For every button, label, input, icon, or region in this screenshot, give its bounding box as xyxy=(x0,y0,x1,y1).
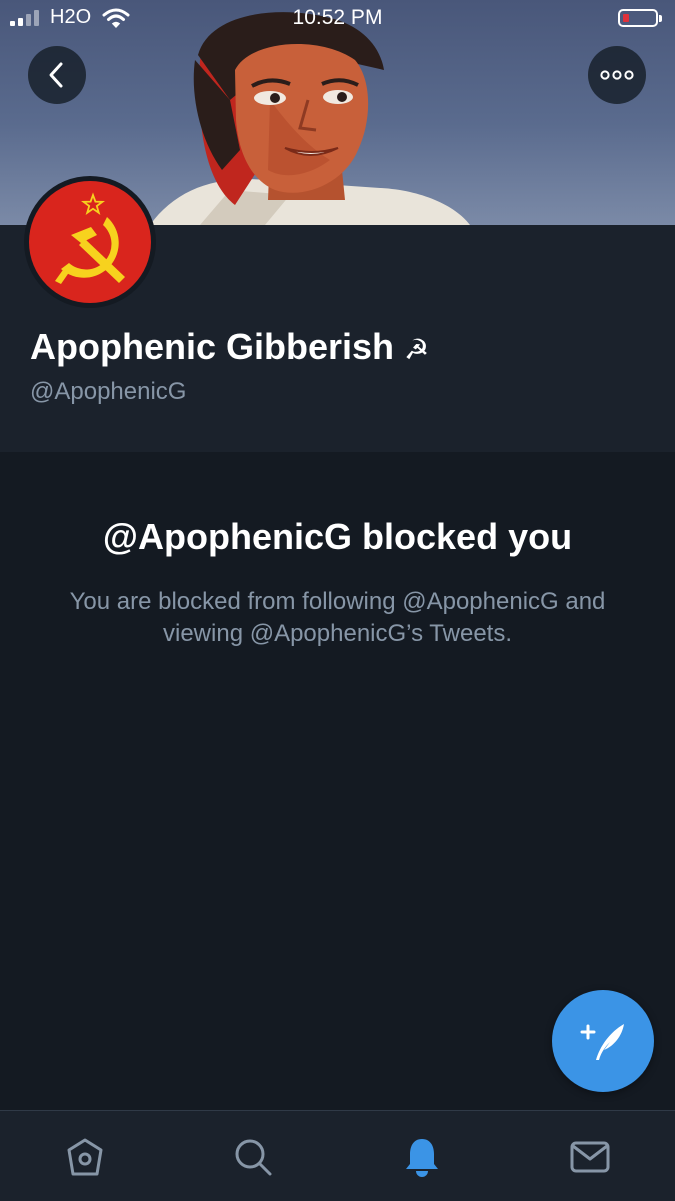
bottom-tab-bar xyxy=(0,1110,675,1201)
more-options-button[interactable] xyxy=(588,46,646,104)
tab-messages[interactable] xyxy=(566,1133,614,1181)
battery-icon xyxy=(618,9,662,27)
avatar[interactable] xyxy=(24,176,156,308)
bell-icon xyxy=(406,1139,438,1177)
blocked-title: @ApophenicG blocked you xyxy=(102,516,573,557)
status-bar: H2O 10:52 PM xyxy=(0,0,675,36)
tab-search[interactable] xyxy=(229,1133,277,1181)
clock: 10:52 PM xyxy=(292,6,383,29)
blocked-description: You are blocked from following @Apopheni… xyxy=(69,588,606,647)
more-dots-icon xyxy=(600,70,634,80)
avatar-image xyxy=(29,181,151,303)
mail-icon xyxy=(570,1141,610,1173)
search-icon xyxy=(235,1139,272,1176)
profile-handle: @ApophenicG xyxy=(30,378,187,405)
compose-tweet-icon xyxy=(580,1024,624,1060)
back-button[interactable] xyxy=(28,46,86,104)
hammer-and-sickle-icon xyxy=(55,192,125,284)
tab-notifications[interactable] xyxy=(398,1133,446,1181)
compose-tweet-button[interactable] xyxy=(552,990,654,1092)
name-emoji: ☭ xyxy=(404,334,430,365)
tab-home[interactable] xyxy=(61,1133,109,1181)
display-name: Apophenic Gibberish ☭ xyxy=(30,326,429,368)
chevron-left-icon xyxy=(49,62,63,88)
home-icon xyxy=(67,1138,103,1176)
display-name-text: Apophenic Gibberish xyxy=(30,326,395,367)
